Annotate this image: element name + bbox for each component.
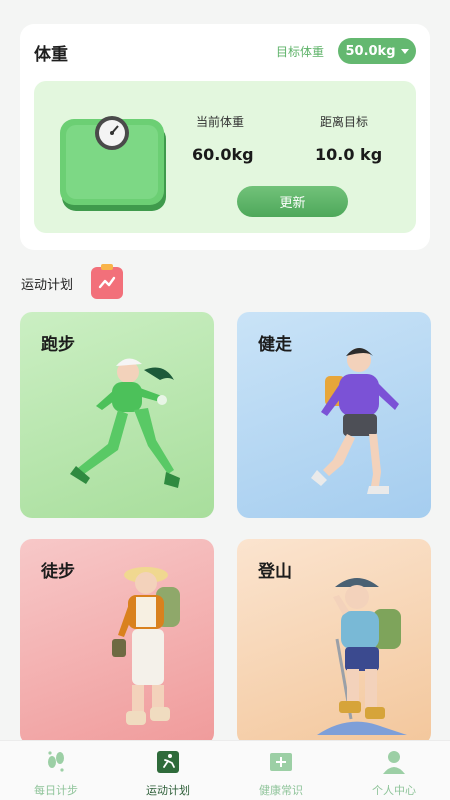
target-weight-dropdown[interactable]: 50.0kg [338,38,416,64]
tab-daily-steps[interactable]: 每日计步 [0,741,112,800]
weight-card: 体重 目标体重 50.0kg 当前体重 60.0kg 距离目标 10.0 kg … [20,24,430,250]
plan-card-label: 登山 [258,562,292,582]
bottom-tab-bar: 每日计步 运动计划 健康常识 个人中心 [0,740,450,800]
tab-label: 个人中心 [372,784,416,797]
weight-title: 体重 [34,45,68,65]
section-title: 运动计划 [21,278,74,293]
target-weight-value: 50.0kg [345,43,396,59]
climber-figure-icon [317,578,407,735]
tab-label: 健康常识 [259,784,303,797]
tab-health-knowledge[interactable]: 健康常识 [225,741,337,800]
current-weight-label: 当前体重 [196,115,245,129]
footprint-icon [48,751,64,772]
plan-card-climbing[interactable]: 登山 [237,539,431,745]
tab-personal-center[interactable]: 个人中心 [338,741,450,800]
bathroom-scale-icon [60,116,166,211]
tab-exercise-plan[interactable]: 运动计划 [112,741,224,800]
target-weight-label: 目标体重 [276,45,325,59]
tab-label: 运动计划 [146,784,190,797]
person-icon [383,751,405,774]
plan-card-walking[interactable]: 健走 [237,312,431,518]
plan-card-running[interactable]: 跑步 [20,312,214,518]
distance-value: 10.0 kg [315,145,383,164]
tab-label: 每日计步 [34,784,78,797]
hiker-figure-icon [112,567,180,725]
clipboard-chart-icon [91,264,123,299]
weight-panel: 当前体重 60.0kg 距离目标 10.0 kg 更新 [34,81,416,233]
plan-card-hiking[interactable]: 徒步 [20,539,214,745]
plan-card-label: 健走 [258,335,292,355]
distance-label: 距离目标 [320,115,369,129]
plan-card-label: 徒步 [41,562,75,582]
walker-figure-icon [311,348,399,494]
current-weight-value: 60.0kg [192,145,254,164]
book-plus-icon [270,753,292,771]
caret-down-icon [400,48,409,54]
running-plan-icon [157,751,179,773]
runner-figure-icon [70,358,180,488]
update-button[interactable]: 更新 [237,186,348,217]
